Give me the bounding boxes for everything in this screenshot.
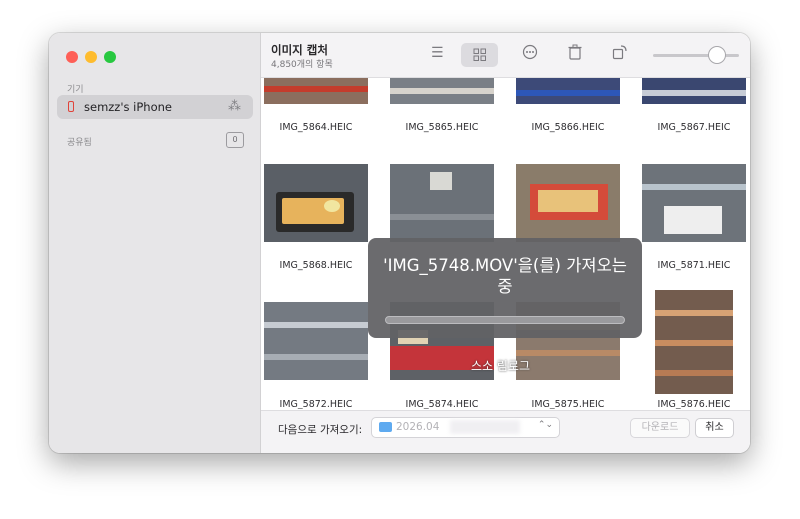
photo-thumbnail[interactable] <box>264 78 368 104</box>
photo-caption: IMG_5867.HEIC <box>657 122 731 133</box>
photo-thumbnail[interactable] <box>264 164 368 242</box>
bottom-bar: 다음으로 가져오기: 2026.04 ⌃⌄ 다운로드 취소 <box>261 410 750 453</box>
photo-caption: IMG_5866.HEIC <box>531 122 605 133</box>
zoom-button[interactable] <box>104 51 116 63</box>
folder-icon <box>379 422 392 432</box>
close-button[interactable] <box>66 51 78 63</box>
shared-section-header: 공유됨 <box>67 138 92 148</box>
grid-view-icon <box>473 48 486 61</box>
toolbar: 이미지 캡처 4,850개의 항목 ☰ <box>261 33 750 78</box>
photo-caption: IMG_5865.HEIC <box>405 122 479 133</box>
sidebar: 기기 semzz's iPhone ⁂ 공유됨 0 <box>49 33 261 453</box>
photo-caption: IMG_5871.HEIC <box>657 260 731 271</box>
more-options-icon[interactable] <box>522 44 538 64</box>
import-window: 기기 semzz's iPhone ⁂ 공유됨 0 이미지 캡처 4,850개의… <box>49 33 750 453</box>
sidebar-item-iphone[interactable]: semzz's iPhone ⁂ <box>57 95 253 119</box>
photo-thumbnail[interactable] <box>516 164 620 242</box>
trash-icon[interactable] <box>568 44 582 64</box>
chevron-updown-icon: ⌃⌄ <box>537 420 553 430</box>
shared-count-badge: 0 <box>226 132 244 148</box>
redacted-area <box>450 420 520 434</box>
photo-thumbnail[interactable] <box>655 290 733 394</box>
list-view-icon[interactable]: ☰ <box>431 45 444 61</box>
photo-thumbnail[interactable] <box>264 302 368 380</box>
import-to-label: 다음으로 가져오기: <box>278 424 363 436</box>
photo-thumbnail[interactable] <box>390 78 494 104</box>
photo-caption: IMG_5864.HEIC <box>279 122 353 133</box>
overlay-text: 스소 림로그 <box>471 359 531 373</box>
minimize-button[interactable] <box>85 51 97 63</box>
window-title: 이미지 캡처 <box>271 43 328 57</box>
loading-spinner-icon: ⁂ <box>228 99 241 114</box>
import-progress-message: 'IMG_5748.MOV'을(를) 가져오는 중 <box>383 256 627 296</box>
photo-caption: IMG_5868.HEIC <box>279 260 353 271</box>
photo-thumbnail[interactable] <box>516 78 620 104</box>
download-button[interactable]: 다운로드 <box>630 418 690 438</box>
photo-caption: IMG_5876.HEIC <box>657 399 731 409</box>
photo-caption: IMG_5875.HEIC <box>531 399 605 409</box>
photo-thumbnail[interactable] <box>642 164 746 242</box>
cancel-button[interactable]: 취소 <box>695 418 734 438</box>
import-progress-hud: 'IMG_5748.MOV'을(를) 가져오는 중 <box>368 238 642 338</box>
destination-value: 2026.04 <box>396 421 440 433</box>
device-name: semzz's iPhone <box>84 100 172 114</box>
grid-view-button[interactable] <box>461 43 498 67</box>
devices-section-header: 기기 <box>67 85 84 95</box>
photo-thumbnail[interactable] <box>390 164 494 242</box>
photo-thumbnail[interactable] <box>642 78 746 104</box>
thumbnail-size-slider-knob[interactable] <box>708 46 726 64</box>
import-progress-bar <box>385 316 625 324</box>
destination-select[interactable]: 2026.04 ⌃⌄ <box>371 417 560 438</box>
photo-caption: IMG_5872.HEIC <box>279 399 353 409</box>
item-count: 4,850개의 항목 <box>271 60 333 70</box>
photo-caption: IMG_5874.HEIC <box>405 399 479 409</box>
iphone-icon <box>68 101 74 112</box>
thumbnail-size-slider[interactable] <box>653 54 739 57</box>
rotate-icon[interactable] <box>612 44 628 64</box>
